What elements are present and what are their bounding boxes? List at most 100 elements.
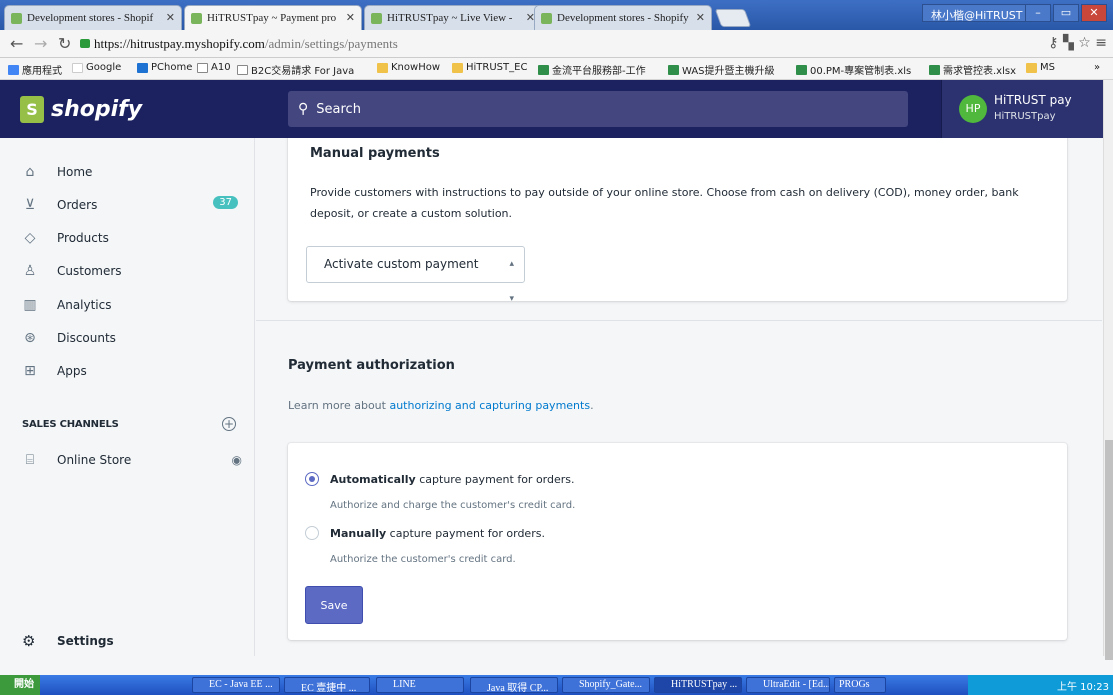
taskbar-item[interactable]: EC - Java EE ...	[192, 677, 280, 693]
authorizing-capturing-link[interactable]: authorizing and capturing payments	[389, 399, 590, 412]
manual-capture-help: Authorize the customer's credit card.	[330, 554, 516, 565]
bookmark-star-icon[interactable]: ☆	[1078, 35, 1091, 51]
close-tab-icon[interactable]: ✕	[696, 11, 705, 24]
bookmark-pchome[interactable]: PChome	[137, 62, 192, 73]
manual-capture-radio[interactable]	[305, 526, 319, 540]
google-icon	[72, 62, 83, 73]
sidebar-item-label: Orders	[57, 198, 98, 212]
add-sales-channel-icon[interactable]: +	[222, 417, 236, 431]
os-taskbar: 開始 EC - Java EE ... EC 壹捷中 ... LINE Java…	[0, 675, 1113, 695]
manual-payments-card: Manual payments Provide customers with i…	[288, 138, 1067, 304]
save-button[interactable]: Save	[305, 586, 363, 624]
system-tray: 上午 10:23	[968, 675, 1113, 695]
bookmark-pm-sheet[interactable]: 00.PM-專案管制表.xls	[796, 62, 911, 77]
browser-tab[interactable]: Development stores - Shopif ✕	[4, 5, 182, 30]
taskbar-item[interactable]: UltraEdit - [Ed...	[746, 677, 830, 693]
bookmark-knowhow[interactable]: KnowHow	[377, 62, 440, 73]
orders-icon: ⊻	[24, 197, 36, 213]
shopify-favicon-icon	[11, 13, 22, 24]
close-tab-icon[interactable]: ✕	[166, 11, 175, 24]
sidebar-item-label: Home	[57, 165, 93, 179]
taskbar-item[interactable]: EC 壹捷中 ...	[284, 677, 370, 693]
url-host: https://hitrustpay.myshopify.com	[94, 36, 265, 51]
tag-icon: ◇	[24, 230, 36, 246]
bookmark-was[interactable]: WAS提升暨主機升級	[668, 62, 775, 77]
view-store-eye-icon[interactable]: ◉	[232, 453, 242, 467]
browser-tab-strip: Development stores - Shopif ✕ HiTRUSTpay…	[0, 0, 1113, 30]
search-input[interactable]: ⚲ Search	[288, 91, 908, 127]
bookmark-requirements[interactable]: 需求管控表.xlsx	[929, 62, 1016, 77]
manual-bold: Manually	[330, 527, 387, 540]
automatic-capture-label[interactable]: Automatically capture payment for orders…	[330, 473, 575, 486]
extension-icon[interactable]: ▚	[1063, 35, 1074, 51]
scrollbar-thumb[interactable]	[1105, 440, 1113, 660]
manual-capture-label[interactable]: Manually capture payment for orders.	[330, 527, 545, 540]
reload-icon[interactable]: ↻	[58, 34, 71, 53]
address-bar-row: ← → ↻ https://hitrustpay.myshopify.com/a…	[0, 30, 1113, 58]
orders-count-badge: 37	[213, 196, 238, 209]
browser-tab[interactable]: Development stores - Shopify ✕	[534, 5, 712, 30]
sidebar-item-discounts[interactable]: ⊛ Discounts	[22, 327, 242, 349]
bookmark-hitrust-ec[interactable]: HiTRUST_EC	[452, 62, 527, 73]
url-path: /admin/settings/payments	[264, 36, 398, 51]
bookmark-payment-dept[interactable]: 金流平台服務部-工作	[538, 62, 646, 77]
url-input[interactable]: https://hitrustpay.myshopify.com/admin/s…	[80, 33, 1030, 55]
start-button[interactable]: 開始	[0, 675, 40, 695]
browser-tab[interactable]: HiTRUSTpay ~ Live View - ✕	[364, 5, 542, 30]
user-menu[interactable]: HP HiTRUST pay HiTRUSTpay	[941, 80, 1103, 138]
clock[interactable]: 上午 10:23	[1057, 682, 1109, 693]
sidebar-item-home[interactable]: ⌂ Home	[22, 161, 242, 183]
taskbar-item[interactable]: LINE	[376, 677, 464, 693]
tab-label: Development stores - Shopif	[27, 12, 154, 24]
sidebar-item-label: Apps	[57, 364, 87, 378]
bookmark-label: 應用程式	[22, 66, 62, 77]
key-icon[interactable]: ⚷	[1048, 35, 1058, 51]
bookmark-google[interactable]: Google	[72, 62, 121, 73]
bookmarks-bar: 應用程式 Google PChome A10 B2C交易請求 For Java …	[0, 58, 1113, 80]
shopify-logo[interactable]: S shopify	[20, 96, 142, 123]
sidebar-item-online-store[interactable]: ⌸ Online Store ◉	[22, 449, 242, 471]
automatic-capture-radio[interactable]	[305, 472, 319, 486]
automatic-capture-help: Authorize and charge the customer's cred…	[330, 500, 576, 511]
search-placeholder: Search	[316, 102, 361, 117]
sidebar-item-orders[interactable]: ⊻ Orders 37	[22, 194, 242, 216]
manual-rest: capture payment for orders.	[386, 527, 545, 540]
close-window-icon[interactable]: ✕	[1081, 4, 1107, 22]
sidebar-item-settings[interactable]: ⚙ Settings	[22, 632, 114, 650]
menu-icon[interactable]: ≡	[1095, 35, 1107, 51]
select-value: Activate custom payment	[324, 257, 479, 271]
bookmark-ms[interactable]: MS	[1026, 62, 1055, 73]
activate-custom-payment-select[interactable]: Activate custom payment ▴ ▾	[306, 246, 525, 304]
browser-tab-active[interactable]: HiTRUSTpay ~ Payment pro ✕	[184, 5, 362, 30]
sidebar-item-customers[interactable]: ♙ Customers	[22, 260, 242, 282]
bookmark-a10[interactable]: A10	[197, 62, 231, 73]
more-bookmarks-icon[interactable]: »	[1094, 62, 1100, 73]
sidebar-item-label: Discounts	[57, 331, 116, 345]
taskbar-item-active[interactable]: HiTRUSTpay ...	[654, 677, 742, 693]
bookmark-b2c[interactable]: B2C交易請求 For Java	[237, 62, 354, 77]
forward-arrow-icon[interactable]: →	[34, 34, 47, 53]
bookmark-label: PChome	[151, 62, 193, 73]
minimize-icon[interactable]: –	[1025, 4, 1051, 22]
store-name: HiTRUSTpay	[994, 111, 1056, 122]
taskbar-item[interactable]: Shopify_Gate...	[562, 677, 650, 693]
maximize-icon[interactable]: ▭	[1053, 4, 1079, 22]
taskbar-item[interactable]: PROGs	[834, 677, 886, 693]
avatar: HP	[959, 95, 987, 123]
page-scrollbar[interactable]	[1103, 80, 1113, 660]
browser-profile-button[interactable]: 林小楷@HiTRUST	[922, 4, 1032, 22]
new-tab-button[interactable]	[714, 9, 752, 27]
sheet-icon	[538, 64, 549, 75]
back-arrow-icon[interactable]: ←	[10, 34, 23, 53]
sidebar-item-products[interactable]: ◇ Products	[22, 227, 242, 249]
taskbar-item[interactable]: Java 取得 CP...	[470, 677, 558, 693]
bar-chart-icon: ▥	[23, 297, 37, 313]
sidebar-item-analytics[interactable]: ▥ Analytics	[22, 294, 242, 316]
bookmark-apps[interactable]: 應用程式	[8, 62, 62, 77]
sidebar-item-label: Customers	[57, 264, 122, 278]
sheet-icon	[929, 64, 940, 75]
manual-payments-description: Provide customers with instructions to p…	[310, 186, 1019, 220]
bookmark-label: MS	[1040, 62, 1055, 73]
close-tab-icon[interactable]: ✕	[346, 11, 355, 24]
sidebar-item-apps[interactable]: ⊞ Apps	[22, 360, 242, 382]
